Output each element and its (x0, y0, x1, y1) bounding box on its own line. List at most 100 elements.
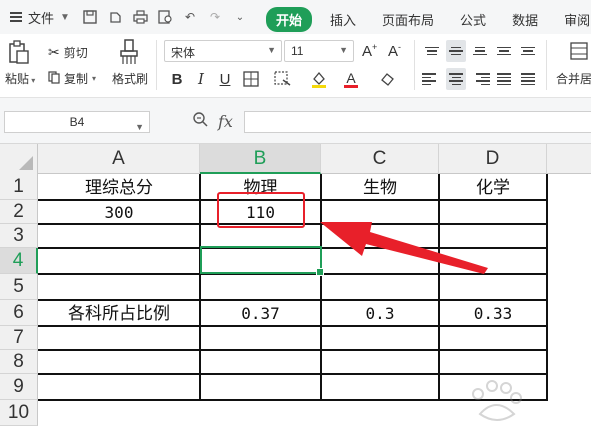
zoom-search-icon[interactable] (192, 111, 208, 132)
fill-color-icon[interactable] (308, 68, 330, 90)
chevron-down-icon: ▾ (29, 76, 36, 85)
indent-increase-icon[interactable] (518, 40, 538, 62)
tab-review[interactable]: 审阅 (564, 10, 590, 29)
align-right-icon[interactable] (470, 68, 490, 90)
increase-font-icon[interactable]: A+ (362, 42, 377, 60)
row-header-8[interactable]: 8 (0, 350, 38, 374)
print-icon[interactable] (132, 9, 148, 25)
tab-home[interactable]: 开始 (266, 7, 313, 32)
annotation-arrow-icon (320, 222, 488, 274)
row-header-4[interactable]: 4 (0, 248, 38, 274)
row-header-7[interactable]: 7 (0, 326, 38, 350)
formula-input[interactable] (244, 111, 591, 133)
underline-icon[interactable]: U (214, 68, 236, 90)
align-middle-icon[interactable] (446, 40, 466, 62)
ribbon-divider (546, 40, 547, 90)
row-header-5[interactable]: 5 (0, 274, 38, 300)
cell-a6[interactable]: 各科所占比例 (38, 301, 200, 327)
copy-label: 复制 (64, 72, 89, 86)
menu-bar: 文件 ▼ ↶ ↷ ⌄ 开始 插入 页面布局 公式 数据 审阅 (0, 0, 591, 34)
chevron-down-icon: ▼ (60, 11, 70, 23)
grid-line (38, 349, 548, 351)
redo-icon[interactable]: ↷ (207, 9, 223, 25)
save-icon[interactable] (82, 9, 98, 25)
merge-cells-label[interactable]: 合并居 (556, 70, 591, 87)
copy-button[interactable]: 复制 ▾ (48, 70, 96, 87)
cell-c6[interactable]: 0.3 (321, 301, 439, 327)
undo-icon[interactable]: ↶ (182, 9, 198, 25)
formula-bar: B4 ▼ fx (0, 98, 591, 144)
justify-icon[interactable] (494, 68, 514, 90)
paste-icon[interactable] (8, 40, 30, 64)
font-name-select[interactable]: 宋体 ▼ (164, 40, 282, 62)
scissors-icon: ✂ (48, 44, 60, 60)
indent-decrease-icon[interactable] (494, 40, 514, 62)
ribbon-divider (156, 40, 157, 90)
font-name-value: 宋体 (171, 46, 196, 60)
grid-line (546, 174, 548, 400)
ribbon-divider (414, 40, 415, 90)
italic-icon[interactable]: I (190, 68, 212, 90)
column-header-d[interactable]: D (439, 144, 547, 174)
chevron-down-icon[interactable]: ⌄ (232, 9, 248, 25)
paste-label: 粘贴 (5, 72, 30, 86)
column-header-a[interactable]: A (38, 144, 200, 174)
paste-button[interactable]: 粘贴 ▾ (5, 70, 35, 87)
name-box[interactable]: B4 ▼ (4, 111, 150, 133)
align-top-icon[interactable] (422, 40, 442, 62)
insert-function-icon[interactable]: fx (218, 112, 233, 131)
cell-a1[interactable]: 理综总分 (38, 175, 200, 201)
print-preview-icon[interactable] (157, 9, 173, 25)
tab-data[interactable]: 数据 (512, 10, 538, 29)
copy-icon (48, 70, 60, 87)
row-header-1[interactable]: 1 (0, 174, 38, 200)
borders-icon[interactable] (240, 68, 262, 90)
file-menu-label: 文件 (28, 10, 55, 26)
cut-label: 剪切 (63, 46, 88, 60)
tab-insert[interactable]: 插入 (330, 10, 356, 29)
export-icon[interactable] (107, 9, 123, 25)
row-header-10[interactable]: 10 (0, 400, 38, 426)
format-painter-label[interactable]: 格式刷 (112, 70, 148, 87)
format-painter-icon[interactable] (118, 39, 140, 64)
font-color-icon[interactable]: A (340, 68, 362, 90)
quick-access-toolbar: ↶ ↷ ⌄ (82, 9, 248, 25)
file-menu[interactable]: 文件 ▼ (0, 8, 82, 27)
row-header-3[interactable]: 3 (0, 224, 38, 248)
align-center-icon[interactable] (446, 68, 466, 90)
name-box-value: B4 (69, 115, 85, 129)
cell-c1[interactable]: 生物 (321, 175, 439, 201)
clear-format-icon[interactable] (376, 68, 398, 90)
align-bottom-icon[interactable] (470, 40, 490, 62)
merge-cells-icon[interactable] (570, 42, 588, 63)
chevron-down-icon: ▼ (267, 45, 276, 55)
cell-b6[interactable]: 0.37 (200, 301, 321, 327)
tab-formulas[interactable]: 公式 (460, 10, 486, 29)
active-cell-b4[interactable] (200, 246, 324, 276)
bold-icon[interactable]: B (166, 68, 188, 90)
cut-button[interactable]: ✂ 剪切 (48, 44, 88, 61)
font-size-value: 11 (291, 44, 304, 58)
column-header-b[interactable]: B (200, 144, 321, 174)
baidu-watermark-icon (472, 380, 522, 421)
formula-tools: fx (192, 111, 233, 132)
row-header-9[interactable]: 9 (0, 374, 38, 400)
font-size-select[interactable]: 11 ▼ (284, 40, 354, 62)
cell-d6[interactable]: 0.33 (439, 301, 547, 327)
cell-style-icon[interactable] (272, 68, 294, 90)
row-header-2[interactable]: 2 (0, 200, 38, 224)
align-left-icon[interactable] (422, 68, 442, 90)
decrease-font-icon[interactable]: A- (388, 42, 401, 60)
chevron-down-icon: ▾ (92, 74, 97, 83)
tab-page-layout[interactable]: 页面布局 (382, 10, 434, 29)
highlight-annotation-box (217, 192, 305, 228)
cell-d1[interactable]: 化学 (439, 175, 547, 201)
distributed-icon[interactable] (518, 68, 538, 90)
chevron-down-icon: ▼ (135, 122, 144, 132)
ribbon: 粘贴 ▾ ✂ 剪切 复制 ▾ 格式刷 宋体 ▼ 11 ▼ A+ A- B I U … (0, 34, 591, 98)
ribbon-tabs: 开始 插入 页面布局 公式 数据 审阅 (266, 7, 591, 32)
select-all-button[interactable] (0, 144, 38, 174)
column-header-c[interactable]: C (321, 144, 439, 174)
row-header-6[interactable]: 6 (0, 300, 38, 326)
cell-a2[interactable]: 300 (38, 201, 200, 225)
